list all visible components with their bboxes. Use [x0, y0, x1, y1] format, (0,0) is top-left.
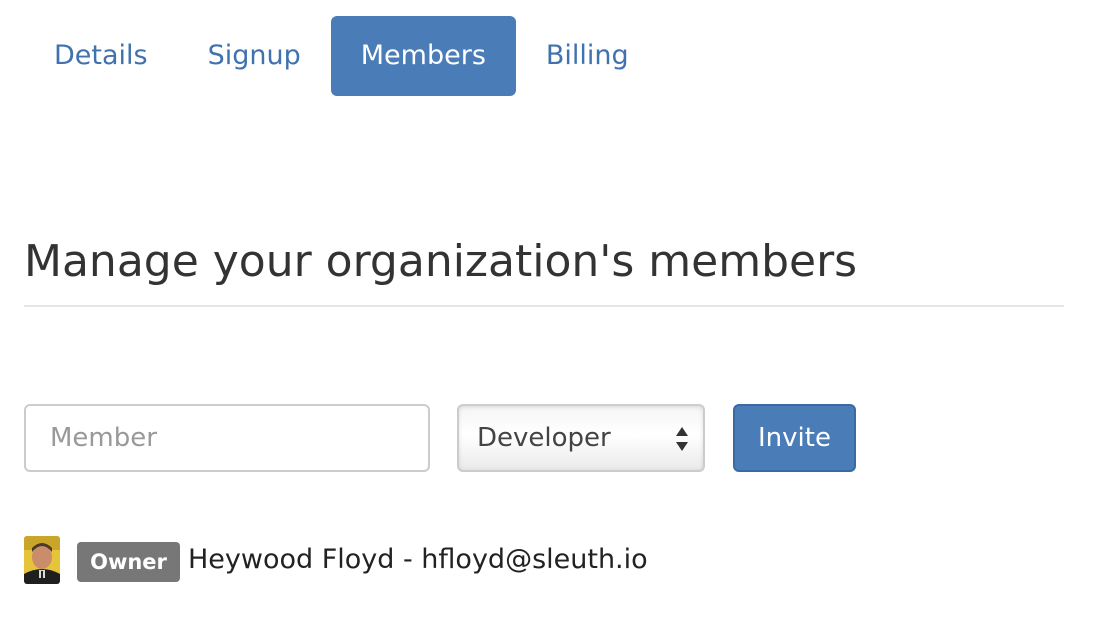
owner-role-badge: Owner [77, 542, 180, 582]
section-divider [24, 305, 1064, 307]
member-input[interactable] [24, 404, 430, 472]
page-title: Manage your organization's members [24, 236, 858, 287]
tab-details[interactable]: Details [24, 16, 178, 96]
tab-members[interactable]: Members [330, 16, 516, 96]
tab-billing[interactable]: Billing [516, 16, 659, 96]
user-photo-avatar [24, 536, 60, 584]
select-updown-arrows-icon [676, 427, 688, 451]
role-select[interactable]: Developer [457, 404, 705, 472]
tab-bar: Details Signup Members Billing [24, 16, 659, 96]
role-select-value: Developer [477, 423, 611, 453]
invite-button[interactable]: Invite [733, 404, 856, 472]
page: Details Signup Members Billing Manage yo… [0, 0, 1106, 632]
tab-signup[interactable]: Signup [178, 16, 331, 96]
member-name-email: Heywood Floyd - hfloyd@sleuth.io [188, 544, 648, 575]
